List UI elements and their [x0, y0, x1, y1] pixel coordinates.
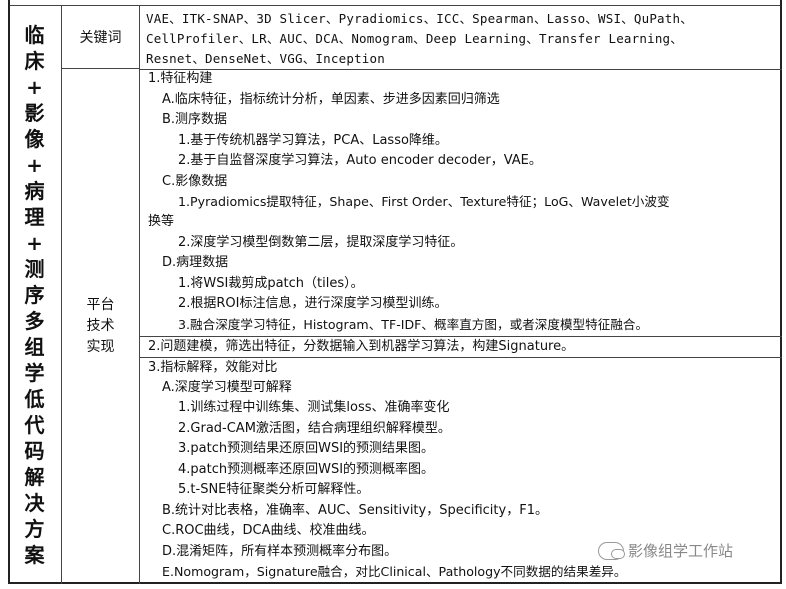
list-item: 2.根据ROI标注信息，进行深度学习模型训练。 [178, 296, 448, 311]
list-item-wrap: 换等 [148, 214, 175, 229]
title-char: 低 [24, 387, 45, 411]
platform-label-line: 技术 [86, 318, 115, 334]
title-char: 方 [24, 517, 45, 541]
table-left-title: 临 床 + 影 像 + 病 理 + 测 序 多 组 学 低 代 码 解 决 方 … [8, 6, 62, 584]
title-char: 病 [24, 179, 45, 203]
watermark-text: 影像组学工作站 [628, 542, 734, 560]
keywords-cell: VAE、ITK-SNAP、3D Slicer、Pyradiomics、ICC、S… [146, 9, 776, 69]
title-char: 代 [24, 413, 45, 437]
list-item: 3.patch预测结果还原回WSI的预测结果图。 [178, 441, 435, 456]
title-char: 临 [24, 23, 45, 47]
list-item: 1.训练过程中训练集、测试集loss、准确率变化 [178, 400, 450, 415]
title-char: 决 [24, 491, 45, 515]
keywords-line: CellProfiler、LR、AUC、DCA、Nomogram、Deep Le… [146, 31, 683, 46]
title-char: 组 [24, 335, 45, 359]
subsection-heading: D.混淆矩阵，所有样本预测概率分布图。 [162, 544, 398, 559]
title-char: 码 [24, 439, 45, 463]
keywords-label-cell: 关键词 [62, 6, 140, 69]
subsection-heading: E.Nomogram，Signature融合，对比Clinical、Pathol… [162, 564, 627, 579]
title-char: 序 [24, 283, 45, 307]
subsection-heading: B.测序数据 [162, 112, 228, 127]
platform-label-line: 实现 [86, 339, 115, 355]
list-item: 1.基于传统机器学习算法，PCA、Lasso降维。 [178, 133, 448, 148]
subsection-heading: A.临床特征，指标统计分析，单因素、步进多因素回归筛选 [162, 92, 500, 107]
title-char: 解 [24, 465, 45, 489]
title-char: 案 [24, 543, 45, 567]
title-char: 影 [24, 101, 45, 125]
platform-label-line: 平台 [86, 297, 115, 313]
title-char: 理 [24, 205, 45, 229]
list-item: 2.基于自监督深度学习算法，Auto encoder decoder，VAE。 [178, 153, 542, 168]
document-page: { "left_title": ["临","床","+","影","像","+"… [0, 0, 786, 589]
keywords-label: 关键词 [79, 30, 122, 46]
list-item: 4.patch预测概率还原回WSI的预测概率图。 [178, 462, 435, 477]
list-item: 5.t-SNE特征聚类分析可解释性。 [178, 482, 370, 497]
subsection-heading: C.ROC曲线，DCA曲线、校准曲线。 [162, 523, 375, 538]
title-char: 测 [24, 257, 45, 281]
title-char: 多 [24, 309, 45, 333]
subsection-heading: B.统计对比表格，准确率、AUC、Sensitivity，Specificity… [162, 503, 548, 518]
title-char: + [26, 75, 43, 99]
list-item: 2.Grad-CAM激活图，结合病理组织解释模型。 [178, 421, 451, 436]
list-item: 1.Pyradiomics提取特征，Shape、First Order、Text… [178, 194, 670, 209]
keywords-line: Resnet、DenseNet、VGG、Inception [146, 51, 385, 66]
title-char: 学 [24, 361, 45, 385]
row-divider [140, 69, 782, 70]
watermark: 影像组学工作站 [598, 540, 733, 561]
wechat-icon [598, 541, 625, 560]
platform-label-cell: 平台 技术 实现 [62, 69, 140, 584]
title-char: + [26, 231, 43, 255]
list-item: 3.融合深度学习特征，Histogram、TF-IDF、概率直方图，或者深度模型… [178, 317, 649, 332]
section-heading: 3.指标解释，效能对比 [148, 360, 278, 375]
subsection-heading: D.病理数据 [162, 255, 229, 270]
subsection-heading: A.深度学习模型可解释 [162, 380, 292, 395]
title-char: + [26, 153, 43, 177]
title-char: 像 [24, 127, 45, 151]
keywords-line: VAE、ITK-SNAP、3D Slicer、Pyradiomics、ICC、S… [146, 11, 693, 26]
section-heading: 1.特征构建 [148, 71, 213, 86]
list-item: 2.深度学习模型倒数第二层，提取深度学习特征。 [178, 235, 464, 250]
section-heading: 2.问题建模，筛选出特征，分数据输入到机器学习算法，构建Signature。 [148, 339, 575, 354]
title-char: 床 [24, 49, 45, 73]
list-item: 1.将WSI裁剪成patch（tiles）。 [178, 276, 364, 291]
subsection-heading: C.影像数据 [162, 174, 228, 189]
